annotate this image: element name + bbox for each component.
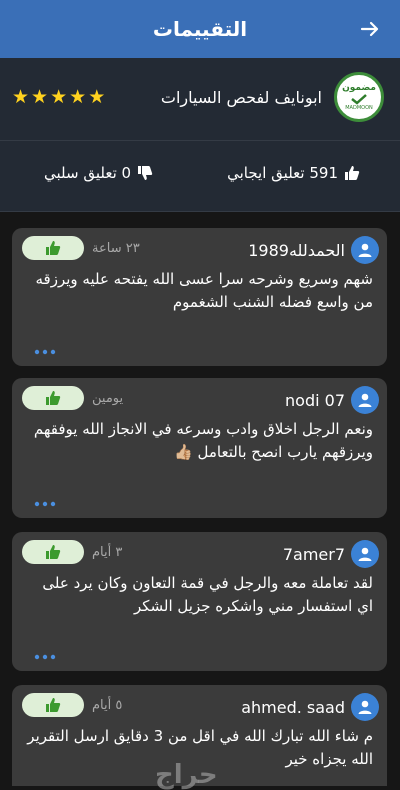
avatar	[351, 386, 379, 414]
avatar	[351, 540, 379, 568]
review-time: ٥ أيام	[92, 698, 123, 713]
star-icon: ★	[88, 86, 106, 108]
reviewer-name: 7amer7	[282, 545, 345, 564]
provider-name: ابونايف لفحص السيارات	[160, 88, 322, 107]
thumbs-up-icon	[46, 545, 61, 559]
thumbs-up-icon	[46, 698, 61, 712]
user-icon	[358, 243, 372, 257]
provider-section: مضمون MADMOON ابونايف لفحص السيارات ★ ★ …	[0, 58, 400, 141]
review-card: 7amer7 ٣ أيام لقد تعاملة معه والرجل في ق…	[12, 532, 387, 671]
more-icon[interactable]	[34, 653, 56, 661]
user-icon	[358, 393, 372, 407]
app-header: التقييمات	[0, 0, 400, 58]
reviews-list[interactable]: الحمدلله1989 ٢٣ ساعة شهم وسريع وشرحه سرا…	[0, 211, 400, 786]
review-text: شهم وسريع وشرحه سرا عسى الله يفتحه عليه …	[35, 270, 374, 311]
reviewer-name: ahmed. saad	[241, 698, 345, 717]
madmoon-logo: مضمون MADMOON	[334, 72, 384, 122]
review-text: لقد تعاملة معه والرجل في قمة التعاون وكا…	[42, 574, 373, 615]
page-title: التقييمات	[152, 17, 248, 41]
like-badge[interactable]	[22, 693, 84, 717]
more-icon[interactable]	[34, 500, 56, 508]
rating-stars: ★ ★ ★ ★ ★	[12, 87, 105, 107]
star-icon: ★	[50, 86, 68, 108]
star-icon: ★	[69, 86, 87, 108]
negative-stat: 0 تعليق سلبي	[44, 164, 153, 182]
review-card: الحمدلله1989 ٢٣ ساعة شهم وسريع وشرحه سرا…	[12, 228, 387, 366]
avatar	[351, 236, 379, 264]
more-icon[interactable]	[34, 348, 56, 356]
star-icon: ★	[31, 86, 49, 108]
positive-count: 591 تعليق ايجابي	[227, 164, 338, 182]
like-badge[interactable]	[22, 386, 84, 410]
reviewer-name: nodi 07	[285, 391, 345, 410]
thumbs-up-icon	[46, 241, 61, 255]
negative-count: 0 تعليق سلبي	[44, 164, 132, 182]
review-text: ونعم الرجل اخلاق وادب وسرعه في الانجاز ا…	[33, 420, 373, 461]
check-icon	[351, 94, 367, 105]
like-badge[interactable]	[22, 236, 84, 260]
like-badge[interactable]	[22, 540, 84, 564]
review-card: nodi 07 يومين ونعم الرجل اخلاق وادب وسرع…	[12, 378, 387, 518]
review-time: يومين	[92, 391, 124, 406]
star-icon: ★	[12, 86, 30, 108]
thumbs-up-icon	[345, 166, 360, 180]
positive-stat: 591 تعليق ايجابي	[227, 164, 360, 182]
reviewer-name: الحمدلله1989	[248, 241, 345, 260]
thumbs-up-icon	[46, 391, 61, 405]
user-icon	[358, 700, 372, 714]
user-icon	[358, 547, 372, 561]
stats-section: 591 تعليق ايجابي 0 تعليق سلبي	[0, 141, 400, 212]
avatar	[351, 693, 379, 721]
review-time: ٣ أيام	[92, 545, 123, 560]
review-time: ٢٣ ساعة	[92, 241, 140, 256]
arrow-right-icon[interactable]	[360, 19, 380, 39]
thumbs-down-icon	[138, 166, 153, 180]
